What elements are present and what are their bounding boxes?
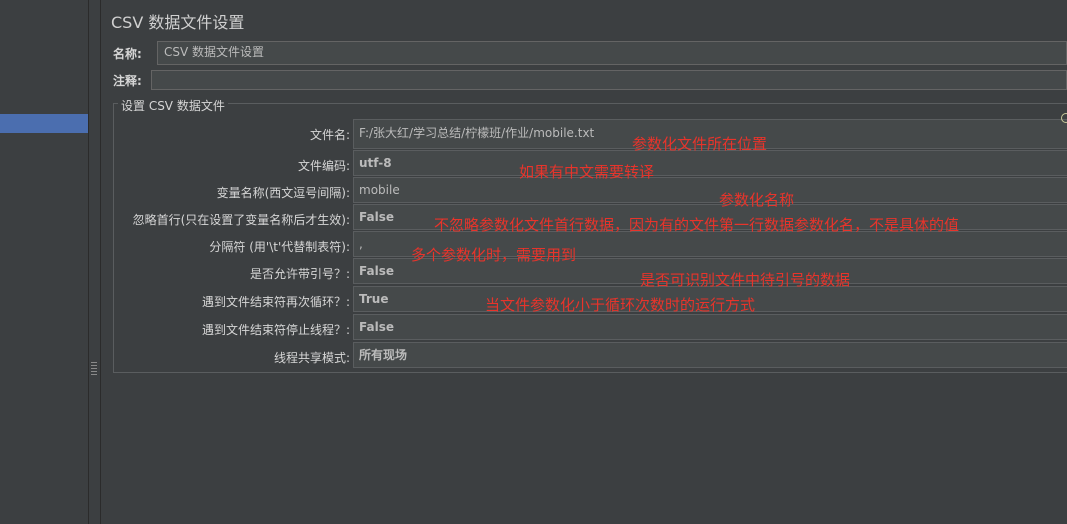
splitter[interactable] <box>89 0 101 524</box>
annotation-ignore-first-line: 不忽略参数化文件首行数据，因为有的文件第一行数据参数化名，不是具体的值 <box>434 216 960 234</box>
name-field[interactable]: CSV 数据文件设置 <box>157 41 1067 65</box>
annotation-delimiter: 多个参数化时，需要用到 <box>411 246 577 264</box>
sharing-mode-label: 线程共享模式: <box>273 351 350 365</box>
recycle-eof-label: 遇到文件结束符再次循环？: <box>201 295 350 309</box>
allow-quoted-label: 是否允许带引号？: <box>249 267 350 281</box>
comment-field[interactable] <box>151 70 1067 90</box>
variable-names-label: 变量名称(西文逗号间隔): <box>216 186 350 200</box>
annotation-encoding: 如果有中文需要转译 <box>519 163 655 181</box>
annotation-recycle: 当文件参数化小于循环次数时的运行方式 <box>485 296 756 314</box>
sharing-mode-field[interactable]: 所有现场 <box>353 342 1067 368</box>
stop-thread-eof-label: 遇到文件结束符停止线程？: <box>201 323 350 337</box>
ignore-first-line-label: 忽略首行(只在设置了变量名称后才生效): <box>132 213 350 227</box>
group-title: 设置 CSV 数据文件 <box>118 97 228 114</box>
annotation-variable-names: 参数化名称 <box>719 191 795 209</box>
annotation-filename: 参数化文件所在位置 <box>632 135 768 153</box>
filename-label: 文件名: <box>309 128 350 142</box>
variable-names-field[interactable]: mobile <box>353 177 1067 203</box>
encoding-label: 文件编码: <box>297 159 350 173</box>
comment-label: 注释: <box>113 74 142 88</box>
stop-thread-eof-field[interactable]: False <box>353 314 1067 340</box>
cursor-marker-icon <box>1061 113 1067 123</box>
page-title: CSV 数据文件设置 <box>111 13 245 32</box>
tree-panel <box>0 0 88 524</box>
annotation-allow-quoted: 是否可识别文件中待引号的数据 <box>640 271 851 289</box>
name-label: 名称: <box>113 47 142 61</box>
delimiter-label: 分隔符 (用'\t'代替制表符): <box>209 240 350 254</box>
